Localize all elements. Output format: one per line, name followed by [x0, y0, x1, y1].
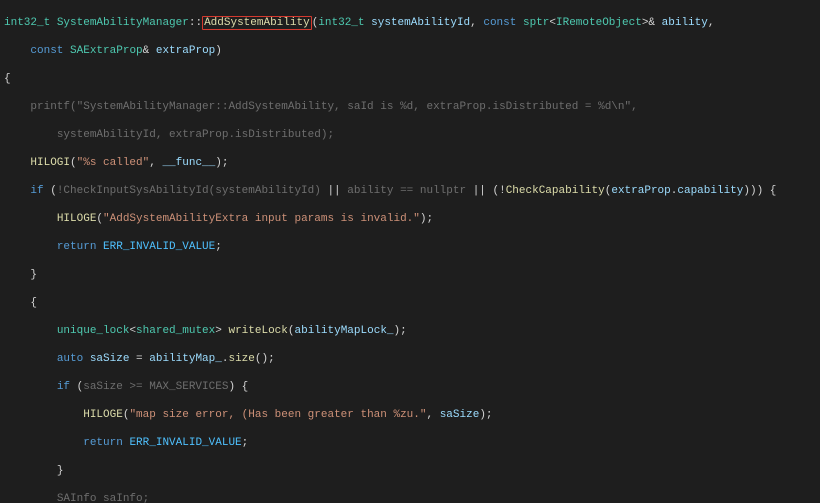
code-line: HILOGE("map size error, (Has been greate…: [4, 408, 816, 422]
code-line: return ERR_INVALID_VALUE;: [4, 436, 816, 450]
code-line: }: [4, 464, 816, 478]
code-line: auto saSize = abilityMap_.size();: [4, 352, 816, 366]
code-line: HILOGE("AddSystemAbilityExtra input para…: [4, 212, 816, 226]
code-line: }: [4, 268, 816, 282]
code-line: HILOGI("%s called", __func__);: [4, 156, 816, 170]
code-line: const SAExtraProp& extraProp): [4, 44, 816, 58]
code-line: unique_lock<shared_mutex> writeLock(abil…: [4, 324, 816, 338]
code-editor[interactable]: int32_t SystemAbilityManager::AddSystemA…: [0, 0, 820, 503]
code-line: {: [4, 296, 816, 310]
code-line: if (!CheckInputSysAbilityId(systemAbilit…: [4, 184, 816, 198]
code-line: printf("SystemAbilityManager::AddSystemA…: [4, 100, 816, 114]
code-line: {: [4, 72, 816, 86]
code-line: int32_t SystemAbilityManager::AddSystemA…: [4, 16, 816, 30]
code-line: SAInfo saInfo;: [4, 492, 816, 503]
code-line: systemAbilityId, extraProp.isDistributed…: [4, 128, 816, 142]
code-line: if (saSize >= MAX_SERVICES) {: [4, 380, 816, 394]
code-line: return ERR_INVALID_VALUE;: [4, 240, 816, 254]
